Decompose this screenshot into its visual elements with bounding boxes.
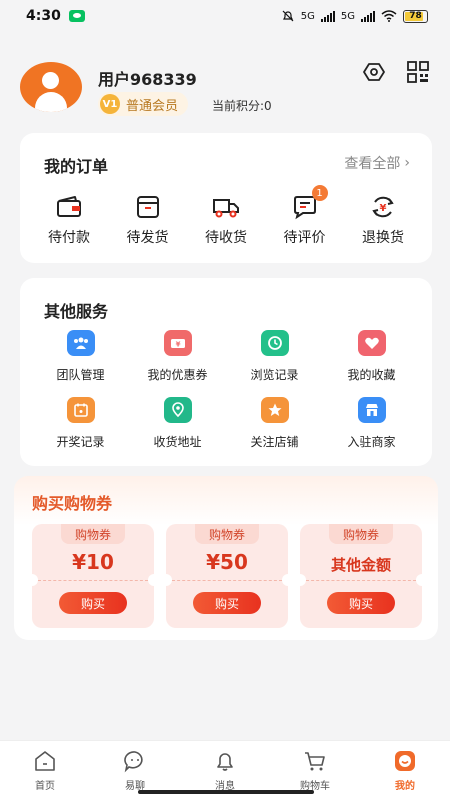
star-icon xyxy=(260,397,289,423)
store-icon xyxy=(357,397,386,423)
service-label: 入驻商家 xyxy=(347,435,396,449)
coupon-other-amount[interactable]: 购物券 其他金额 购买 xyxy=(294,524,428,628)
chat-icon xyxy=(124,751,143,773)
status-time: 4:30 xyxy=(26,8,61,24)
service-label: 浏览记录 xyxy=(250,368,299,382)
team-icon xyxy=(66,330,95,356)
service-shipping-address[interactable]: 收货地址 xyxy=(129,397,226,450)
home-icon xyxy=(35,751,55,771)
service-label: 收货地址 xyxy=(153,435,202,449)
buy-coupons-card: 购买购物券 购物券 ¥10 购买 购物券 ¥50 购买 购物券 其他金额 购买 xyxy=(14,476,438,640)
tab-home[interactable]: 首页 xyxy=(0,741,90,800)
tab-label: 首页 xyxy=(35,781,55,792)
service-browse-history[interactable]: 浏览记录 xyxy=(226,330,323,383)
chevron-right-icon: › xyxy=(404,155,410,171)
service-followed-stores[interactable]: 关注店铺 xyxy=(226,397,323,450)
coupon-divider xyxy=(306,580,416,581)
qr-code-icon[interactable] xyxy=(406,60,430,84)
service-label: 开奖记录 xyxy=(56,435,105,449)
coupon-50[interactable]: 购物券 ¥50 购买 xyxy=(160,524,294,628)
level-badge-icon: V1 xyxy=(100,94,120,114)
box-icon xyxy=(136,196,159,218)
member-level-badge[interactable]: V1 普通会员 xyxy=(98,92,189,116)
points-label: 当前积分:0 xyxy=(212,99,272,113)
status-icons: 5G 5G 78 xyxy=(281,9,428,23)
location-icon xyxy=(163,397,192,423)
coupon-icon: ¥ xyxy=(163,330,192,356)
battery-icon: 78 xyxy=(403,9,428,23)
network-label-2: 5G xyxy=(340,10,355,22)
signal-icon-2 xyxy=(361,10,375,22)
order-item-label: 待评价 xyxy=(283,230,326,246)
service-my-favorites[interactable]: 我的收藏 xyxy=(323,330,420,383)
order-item-label: 待发货 xyxy=(126,230,169,246)
my-orders-card: 我的订单 查看全部 › 待付款 待发货 待收货 1 待评价 ¥ 退换货 xyxy=(20,133,432,263)
signal-icon xyxy=(320,10,335,22)
order-item-label: 待付款 xyxy=(48,230,90,246)
buy-button[interactable]: 购买 xyxy=(327,592,395,614)
wifi-icon xyxy=(381,10,397,22)
heart-icon xyxy=(357,330,386,356)
coupon-amount: ¥50 xyxy=(206,550,248,574)
clock-icon xyxy=(260,330,289,356)
order-item-label: 退换货 xyxy=(362,230,404,246)
battery-level: 78 xyxy=(409,10,422,21)
buy-button[interactable]: 购买 xyxy=(59,592,127,614)
svg-text:¥: ¥ xyxy=(380,203,387,214)
profile-header: 用户968339 V1 普通会员 当前积分:0 xyxy=(20,60,440,118)
coupon-amount: 其他金额 xyxy=(330,556,391,574)
home-indicator[interactable] xyxy=(138,790,314,794)
coupon-amount: ¥10 xyxy=(72,550,114,574)
settings-icon[interactable] xyxy=(362,60,386,84)
service-merchant-onboarding[interactable]: 入驻商家 xyxy=(323,397,420,450)
service-label: 关注店铺 xyxy=(250,435,299,449)
network-label-1: 5G xyxy=(300,10,315,22)
tab-profile[interactable]: 我的 xyxy=(360,741,450,800)
bell-icon xyxy=(217,753,233,771)
view-all-label: 查看全部 xyxy=(344,156,401,172)
status-bar: 4:30 5G 5G 78 xyxy=(0,0,450,32)
tab-label: 我的 xyxy=(395,781,415,792)
services-title: 其他服务 xyxy=(44,302,109,321)
coupons-title: 购买购物券 xyxy=(32,494,113,513)
refund-icon: ¥ xyxy=(372,196,394,218)
svg-text:¥: ¥ xyxy=(175,341,180,349)
service-team-management[interactable]: 团队管理 xyxy=(32,330,129,383)
order-refund-exchange[interactable]: ¥ 退换货 xyxy=(346,193,420,247)
order-pending-shipment[interactable]: 待发货 xyxy=(111,193,185,247)
other-services-card: 其他服务 团队管理 ¥ 我的优惠券 浏览记录 我的收藏 开奖记录 收货地址 关注… xyxy=(20,278,432,466)
buy-button[interactable]: 购买 xyxy=(193,592,261,614)
calendar-icon xyxy=(66,397,95,423)
coupon-tag: 购物券 xyxy=(194,524,259,544)
wallet-icon xyxy=(57,196,81,217)
truck-icon xyxy=(213,199,239,218)
coupon-divider xyxy=(38,580,148,581)
avatar[interactable] xyxy=(20,62,82,112)
service-label: 我的收藏 xyxy=(347,368,396,382)
review-count-badge: 1 xyxy=(311,185,328,201)
profile-icon xyxy=(395,751,415,771)
order-item-label: 待收货 xyxy=(205,230,247,246)
service-lottery-records[interactable]: 开奖记录 xyxy=(32,397,129,450)
coupon-tag: 购物券 xyxy=(328,524,393,544)
member-level-name: 普通会员 xyxy=(126,98,179,114)
order-pending-payment[interactable]: 待付款 xyxy=(32,193,106,247)
mute-bell-icon xyxy=(282,10,294,22)
coupon-10[interactable]: 购物券 ¥10 购买 xyxy=(26,524,160,628)
wechat-notification-icon xyxy=(68,10,85,22)
service-my-coupons[interactable]: ¥ 我的优惠券 xyxy=(129,330,226,383)
coupon-divider xyxy=(172,580,282,581)
cart-icon xyxy=(305,752,325,771)
order-pending-receipt[interactable]: 待收货 xyxy=(189,193,263,247)
header-actions xyxy=(362,60,430,84)
view-all-orders-link[interactable]: 查看全部 › xyxy=(344,153,410,173)
service-label: 我的优惠券 xyxy=(147,368,208,382)
service-label: 团队管理 xyxy=(56,368,105,382)
order-pending-review[interactable]: 1 待评价 xyxy=(268,185,342,247)
coupon-tag: 购物券 xyxy=(60,524,125,544)
username: 用户968339 xyxy=(98,70,197,89)
orders-title: 我的订单 xyxy=(44,157,109,176)
